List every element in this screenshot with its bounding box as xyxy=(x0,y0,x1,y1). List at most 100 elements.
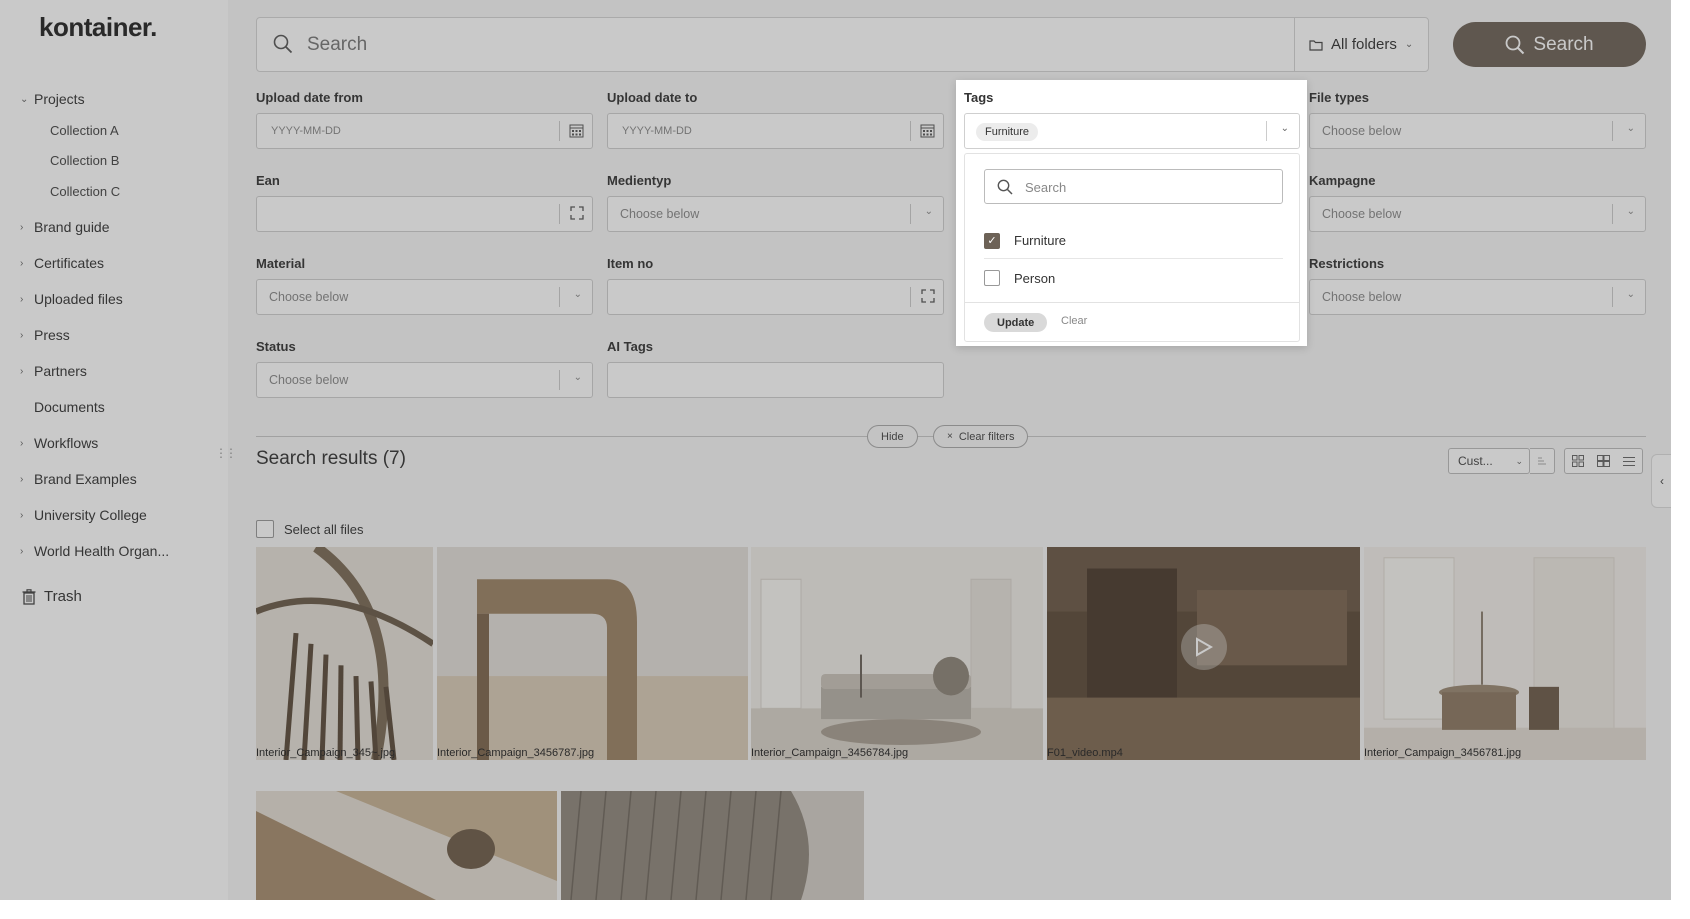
medientyp-select[interactable]: Choose below ⌄ xyxy=(607,196,944,232)
tags-select[interactable]: Furniture ⌄ xyxy=(964,113,1300,149)
select-all-files[interactable]: Select all files xyxy=(256,520,363,538)
status-select[interactable]: Choose below ⌄ xyxy=(256,362,593,398)
thumbnail-image xyxy=(561,791,864,900)
view-small-grid-button[interactable] xyxy=(1590,448,1617,474)
thumbnail-image xyxy=(256,547,433,760)
expand-icon[interactable] xyxy=(570,206,584,223)
ai-tags-field[interactable] xyxy=(607,362,944,398)
status-label: Status xyxy=(256,339,296,354)
sort-select[interactable]: Cust... ⌄ xyxy=(1448,448,1530,474)
result-filename: Interior_Campaign_3456781.jpg xyxy=(1364,747,1522,759)
item-no-field[interactable] xyxy=(607,279,944,315)
calendar-icon[interactable] xyxy=(569,123,584,141)
chevron-right-icon: › xyxy=(20,545,24,557)
result-tile[interactable]: Interior_Campaign_3456787.jpg xyxy=(437,547,748,760)
sidebar-item-collection-b[interactable]: Collection B xyxy=(0,148,228,172)
close-icon: × xyxy=(947,431,953,442)
result-filename: Interior_Campaign_3456787.jpg xyxy=(437,747,595,759)
tag-chip[interactable]: Furniture xyxy=(976,123,1039,141)
chevron-right-icon: › xyxy=(20,437,24,449)
calendar-icon[interactable] xyxy=(920,123,935,141)
search-input[interactable] xyxy=(307,30,1267,60)
result-tile[interactable]: Interior_Campaign_3456781.jpg xyxy=(1364,547,1646,760)
sidebar-item-brand-guide[interactable]: › Brand guide xyxy=(0,214,228,240)
ean-label: Ean xyxy=(256,173,280,188)
result-tile[interactable] xyxy=(256,791,557,900)
sidebar-item-uploaded-files[interactable]: › Uploaded files xyxy=(0,286,228,312)
sidebar-item-projects[interactable]: ⌄ Projects xyxy=(0,86,228,112)
item-no-label: Item no xyxy=(607,256,654,271)
sidebar-resize-handle[interactable]: ⋮⋮ xyxy=(215,446,237,460)
search-results-title: Search results (7) xyxy=(256,448,406,469)
restrictions-select[interactable]: Choose below ⌄ xyxy=(1309,279,1646,315)
search-button[interactable]: Search xyxy=(1453,22,1646,67)
chevron-right-icon: › xyxy=(20,473,24,485)
update-button[interactable]: Update xyxy=(984,313,1048,332)
tag-option-person[interactable]: Person xyxy=(984,260,1283,296)
view-list-button[interactable] xyxy=(1616,448,1643,474)
result-tile[interactable]: F01_video.mp4 xyxy=(1047,547,1360,760)
sidebar-item-collection-c[interactable]: Collection C xyxy=(0,179,228,203)
chevron-down-icon: ⌄ xyxy=(1404,39,1414,50)
select-all-checkbox[interactable] xyxy=(256,520,274,538)
kampagne-select[interactable]: Choose below ⌄ xyxy=(1309,196,1646,232)
upload-date-from-field[interactable]: YYYY-MM-DD xyxy=(256,113,593,149)
trash-icon xyxy=(22,588,36,605)
result-tile[interactable] xyxy=(561,791,864,900)
chevron-down-icon: ⌄ xyxy=(1626,289,1635,300)
chevron-down-icon: ⌄ xyxy=(573,289,582,300)
checkbox-unchecked[interactable] xyxy=(984,270,1000,286)
sidebar-item-workflows[interactable]: › Workflows xyxy=(0,430,228,456)
search-icon xyxy=(273,34,293,59)
clear-link[interactable]: Clear xyxy=(1061,315,1087,327)
sidebar-item-certificates[interactable]: › Certificates xyxy=(0,250,228,276)
sidebar-item-collection-a[interactable]: Collection A xyxy=(0,118,228,142)
sort-icon xyxy=(1538,457,1546,465)
material-label: Material xyxy=(256,256,306,271)
app-window: kontainer. ⌄ Projects Collection A Colle… xyxy=(0,0,1671,900)
chevron-down-icon: ⌄ xyxy=(1626,123,1635,134)
sidebar-item-world-health[interactable]: › World Health Organ... xyxy=(0,538,228,564)
play-icon[interactable] xyxy=(1181,624,1227,670)
sidebar: kontainer. ⌄ Projects Collection A Colle… xyxy=(0,0,237,900)
list-icon xyxy=(1623,456,1635,466)
checkbox-checked[interactable]: ✓ xyxy=(984,232,1000,249)
window-frame xyxy=(1671,0,1690,919)
hide-filters-button[interactable]: Hide xyxy=(867,425,918,448)
sidebar-item-partners[interactable]: › Partners xyxy=(0,358,228,384)
file-types-select[interactable]: Choose below ⌄ xyxy=(1309,113,1646,149)
sort-direction-button[interactable] xyxy=(1530,448,1555,474)
tags-footer: Update Clear xyxy=(965,302,1299,342)
expand-icon[interactable] xyxy=(921,289,935,306)
search-icon xyxy=(997,179,1013,200)
sidebar-item-documents[interactable]: Documents xyxy=(0,394,228,420)
thumbnail-image xyxy=(1364,547,1646,760)
sidebar-item-trash[interactable]: Trash xyxy=(22,588,82,605)
thumbnail-image xyxy=(751,547,1043,760)
ai-tags-label: AI Tags xyxy=(607,339,653,354)
chevron-right-icon: › xyxy=(20,293,24,305)
folder-select[interactable]: All folders ⌄ xyxy=(1294,18,1430,71)
tags-search-input[interactable]: Search xyxy=(984,169,1283,204)
view-large-grid-button[interactable] xyxy=(1564,448,1591,474)
search-bar: All folders ⌄ xyxy=(256,17,1429,72)
ean-field[interactable] xyxy=(256,196,593,232)
sidebar-item-university-college[interactable]: › University College xyxy=(0,502,228,528)
result-tile[interactable]: Interior_Campaign_345~.jpg xyxy=(256,547,433,760)
clear-filters-button[interactable]: × Clear filters xyxy=(933,425,1029,448)
result-filename: Interior_Campaign_345~.jpg xyxy=(256,747,396,759)
kontainer-logo[interactable]: kontainer. xyxy=(39,12,157,43)
chevron-down-icon: ⌄ xyxy=(1515,456,1523,466)
chevron-right-icon: › xyxy=(20,221,24,233)
sidebar-item-brand-examples[interactable]: › Brand Examples xyxy=(0,466,228,492)
upload-date-to-field[interactable]: YYYY-MM-DD xyxy=(607,113,944,149)
result-tile[interactable]: Interior_Campaign_3456784.jpg xyxy=(751,547,1043,760)
collapse-panel-button[interactable]: ‹ xyxy=(1651,454,1671,508)
chevron-right-icon: › xyxy=(20,365,24,377)
material-select[interactable]: Choose below ⌄ xyxy=(256,279,593,315)
tag-option-furniture[interactable]: ✓ Furniture xyxy=(984,223,1283,259)
upload-date-from-label: Upload date from xyxy=(256,90,363,105)
sidebar-item-press[interactable]: › Press xyxy=(0,322,228,348)
chevron-left-icon: ‹ xyxy=(1660,474,1664,488)
medientyp-label: Medientyp xyxy=(607,173,672,188)
